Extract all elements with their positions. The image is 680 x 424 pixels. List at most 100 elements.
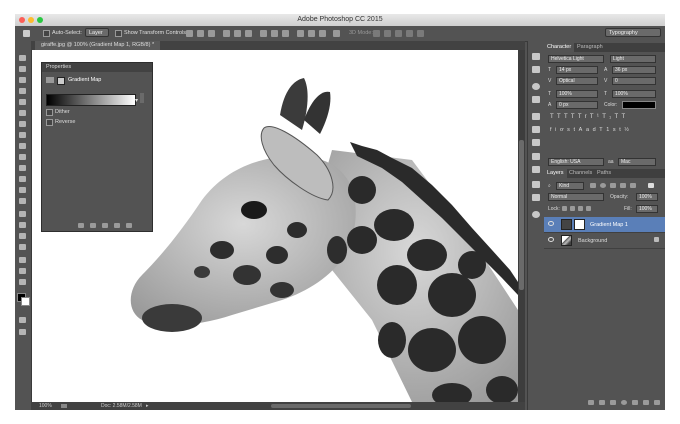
- add-mask-icon[interactable]: [610, 400, 616, 405]
- discretionary-ligatures-button[interactable]: st: [567, 127, 578, 133]
- hand-tool-icon[interactable]: [19, 257, 26, 263]
- reverse-checkbox[interactable]: [46, 119, 53, 126]
- more-tools-icon[interactable]: [19, 279, 26, 285]
- font-family-select[interactable]: Helvetica Light: [548, 55, 604, 63]
- paragraph-panel-icon[interactable]: [532, 166, 540, 173]
- view-previous-state-icon[interactable]: [90, 223, 96, 228]
- 3d-orbit-icon[interactable]: [373, 30, 380, 37]
- actions-panel-icon[interactable]: [532, 66, 540, 73]
- antialias-select[interactable]: Mac: [618, 158, 656, 166]
- lock-all-icon[interactable]: [586, 206, 591, 211]
- layer-style-fx-icon[interactable]: [599, 400, 605, 405]
- document-tab[interactable]: giraffe.jpg @ 100% (Gradient Map 1, RGB/…: [35, 41, 161, 50]
- dodge-tool-icon[interactable]: [19, 198, 26, 204]
- baseline-shift-field[interactable]: 0 px: [556, 101, 598, 109]
- type-tool-icon[interactable]: [19, 222, 26, 228]
- subscript-button[interactable]: T₁: [602, 114, 614, 120]
- filter-pixel-icon[interactable]: [590, 183, 596, 188]
- vertical-scale-field[interactable]: 100%: [556, 90, 598, 98]
- eyedropper-tool-icon[interactable]: [19, 110, 26, 116]
- align-bottom-icon[interactable]: [208, 30, 215, 37]
- tab-paragraph[interactable]: Paragraph: [574, 43, 606, 52]
- align-top-icon[interactable]: [186, 30, 193, 37]
- distribute-bottom-icon[interactable]: [282, 30, 289, 37]
- tab-character[interactable]: Character: [544, 43, 575, 52]
- faux-italic-button[interactable]: T: [557, 114, 564, 120]
- 3d-pan-icon[interactable]: [395, 30, 402, 37]
- faux-bold-button[interactable]: T: [550, 114, 557, 120]
- info-panel-icon[interactable]: [532, 83, 540, 90]
- toggle-visibility-icon[interactable]: [114, 223, 120, 228]
- filter-toggle-icon[interactable]: [648, 183, 654, 188]
- clone-stamp-tool-icon[interactable]: [19, 143, 26, 149]
- tab-channels[interactable]: Channels: [566, 169, 595, 178]
- align-right-icon[interactable]: [245, 30, 252, 37]
- kerning-select[interactable]: Optical: [556, 77, 598, 85]
- libraries-panel-icon[interactable]: [532, 211, 540, 218]
- lock-position-icon[interactable]: [578, 206, 583, 211]
- 3d-roll-icon[interactable]: [384, 30, 391, 37]
- move-tool-preset-icon[interactable]: [23, 30, 30, 37]
- filter-shape-icon[interactable]: [620, 183, 626, 188]
- swatches-panel-icon[interactable]: [532, 96, 540, 103]
- delete-adjustment-icon[interactable]: [126, 223, 132, 228]
- auto-select-checkbox[interactable]: [43, 30, 50, 37]
- eraser-tool-icon[interactable]: [19, 165, 26, 171]
- 3d-slide-icon[interactable]: [406, 30, 413, 37]
- stylistic-alternates-button[interactable]: ad: [586, 127, 599, 133]
- blend-mode-select[interactable]: Normal: [548, 193, 604, 201]
- link-layers-icon[interactable]: [588, 400, 594, 405]
- brush-tool-icon[interactable]: [19, 132, 26, 138]
- layer-mask-thumbnail[interactable]: [574, 219, 585, 230]
- tab-layers[interactable]: Layers: [544, 169, 567, 178]
- mask-icon[interactable]: [57, 77, 65, 85]
- visibility-eye-icon[interactable]: [548, 221, 554, 226]
- distribute-top-icon[interactable]: [260, 30, 267, 37]
- horizontal-scale-field[interactable]: 100%: [612, 90, 656, 98]
- show-transform-checkbox[interactable]: [115, 30, 122, 37]
- background-color-swatch[interactable]: [21, 297, 30, 306]
- quick-select-tool-icon[interactable]: [19, 88, 26, 94]
- clone-source-panel-icon[interactable]: [532, 194, 540, 201]
- screen-mode-icon[interactable]: [19, 329, 26, 335]
- minimize-window-button[interactable]: [28, 17, 34, 23]
- workspace-switcher[interactable]: Typography: [605, 28, 661, 37]
- distribute-vcenter-icon[interactable]: [271, 30, 278, 37]
- filter-smart-object-icon[interactable]: [630, 183, 636, 188]
- history-panel-icon[interactable]: [532, 53, 540, 60]
- horizontal-scroll-thumb[interactable]: [271, 404, 411, 408]
- lock-transparency-icon[interactable]: [562, 206, 567, 211]
- zoom-tool-icon[interactable]: [19, 268, 26, 274]
- layer-row-background[interactable]: Background: [544, 233, 665, 249]
- properties-scrollbar[interactable]: [140, 93, 144, 103]
- styles-panel-icon[interactable]: [532, 139, 540, 146]
- filter-adjustment-icon[interactable]: [600, 183, 606, 188]
- ligatures-button[interactable]: fi: [550, 127, 560, 133]
- auto-select-dropdown[interactable]: Layer: [85, 28, 109, 37]
- zoom-window-button[interactable]: [37, 17, 43, 23]
- move-tool-icon[interactable]: [19, 55, 26, 61]
- clip-to-layer-icon[interactable]: [78, 223, 84, 228]
- character-panel-icon[interactable]: [532, 153, 540, 160]
- marquee-tool-icon[interactable]: [19, 66, 26, 72]
- distribute-left-icon[interactable]: [297, 30, 304, 37]
- reset-adjustment-icon[interactable]: [102, 223, 108, 228]
- distribute-hcenter-icon[interactable]: [308, 30, 315, 37]
- ordinals-button[interactable]: 1st: [606, 127, 624, 133]
- gradient-tool-icon[interactable]: [19, 176, 26, 182]
- pen-tool-icon[interactable]: [19, 211, 26, 217]
- auto-align-icon[interactable]: [333, 30, 340, 37]
- distribute-right-icon[interactable]: [319, 30, 326, 37]
- history-brush-tool-icon[interactable]: [19, 154, 26, 160]
- gradient-preview[interactable]: [46, 94, 136, 106]
- text-color-swatch[interactable]: [622, 101, 656, 109]
- swash-button[interactable]: A: [579, 127, 586, 133]
- language-select[interactable]: English: USA: [548, 158, 604, 166]
- layer-row-gradient-map[interactable]: Gradient Map 1: [544, 217, 665, 233]
- zoom-level[interactable]: 100%: [39, 402, 52, 410]
- strikethrough-button[interactable]: T: [621, 114, 628, 120]
- font-size-field[interactable]: 14 px: [556, 66, 598, 74]
- layer-filter-kind-select[interactable]: Kind: [556, 182, 584, 190]
- brush-panel-icon[interactable]: [532, 181, 540, 188]
- healing-brush-tool-icon[interactable]: [19, 121, 26, 127]
